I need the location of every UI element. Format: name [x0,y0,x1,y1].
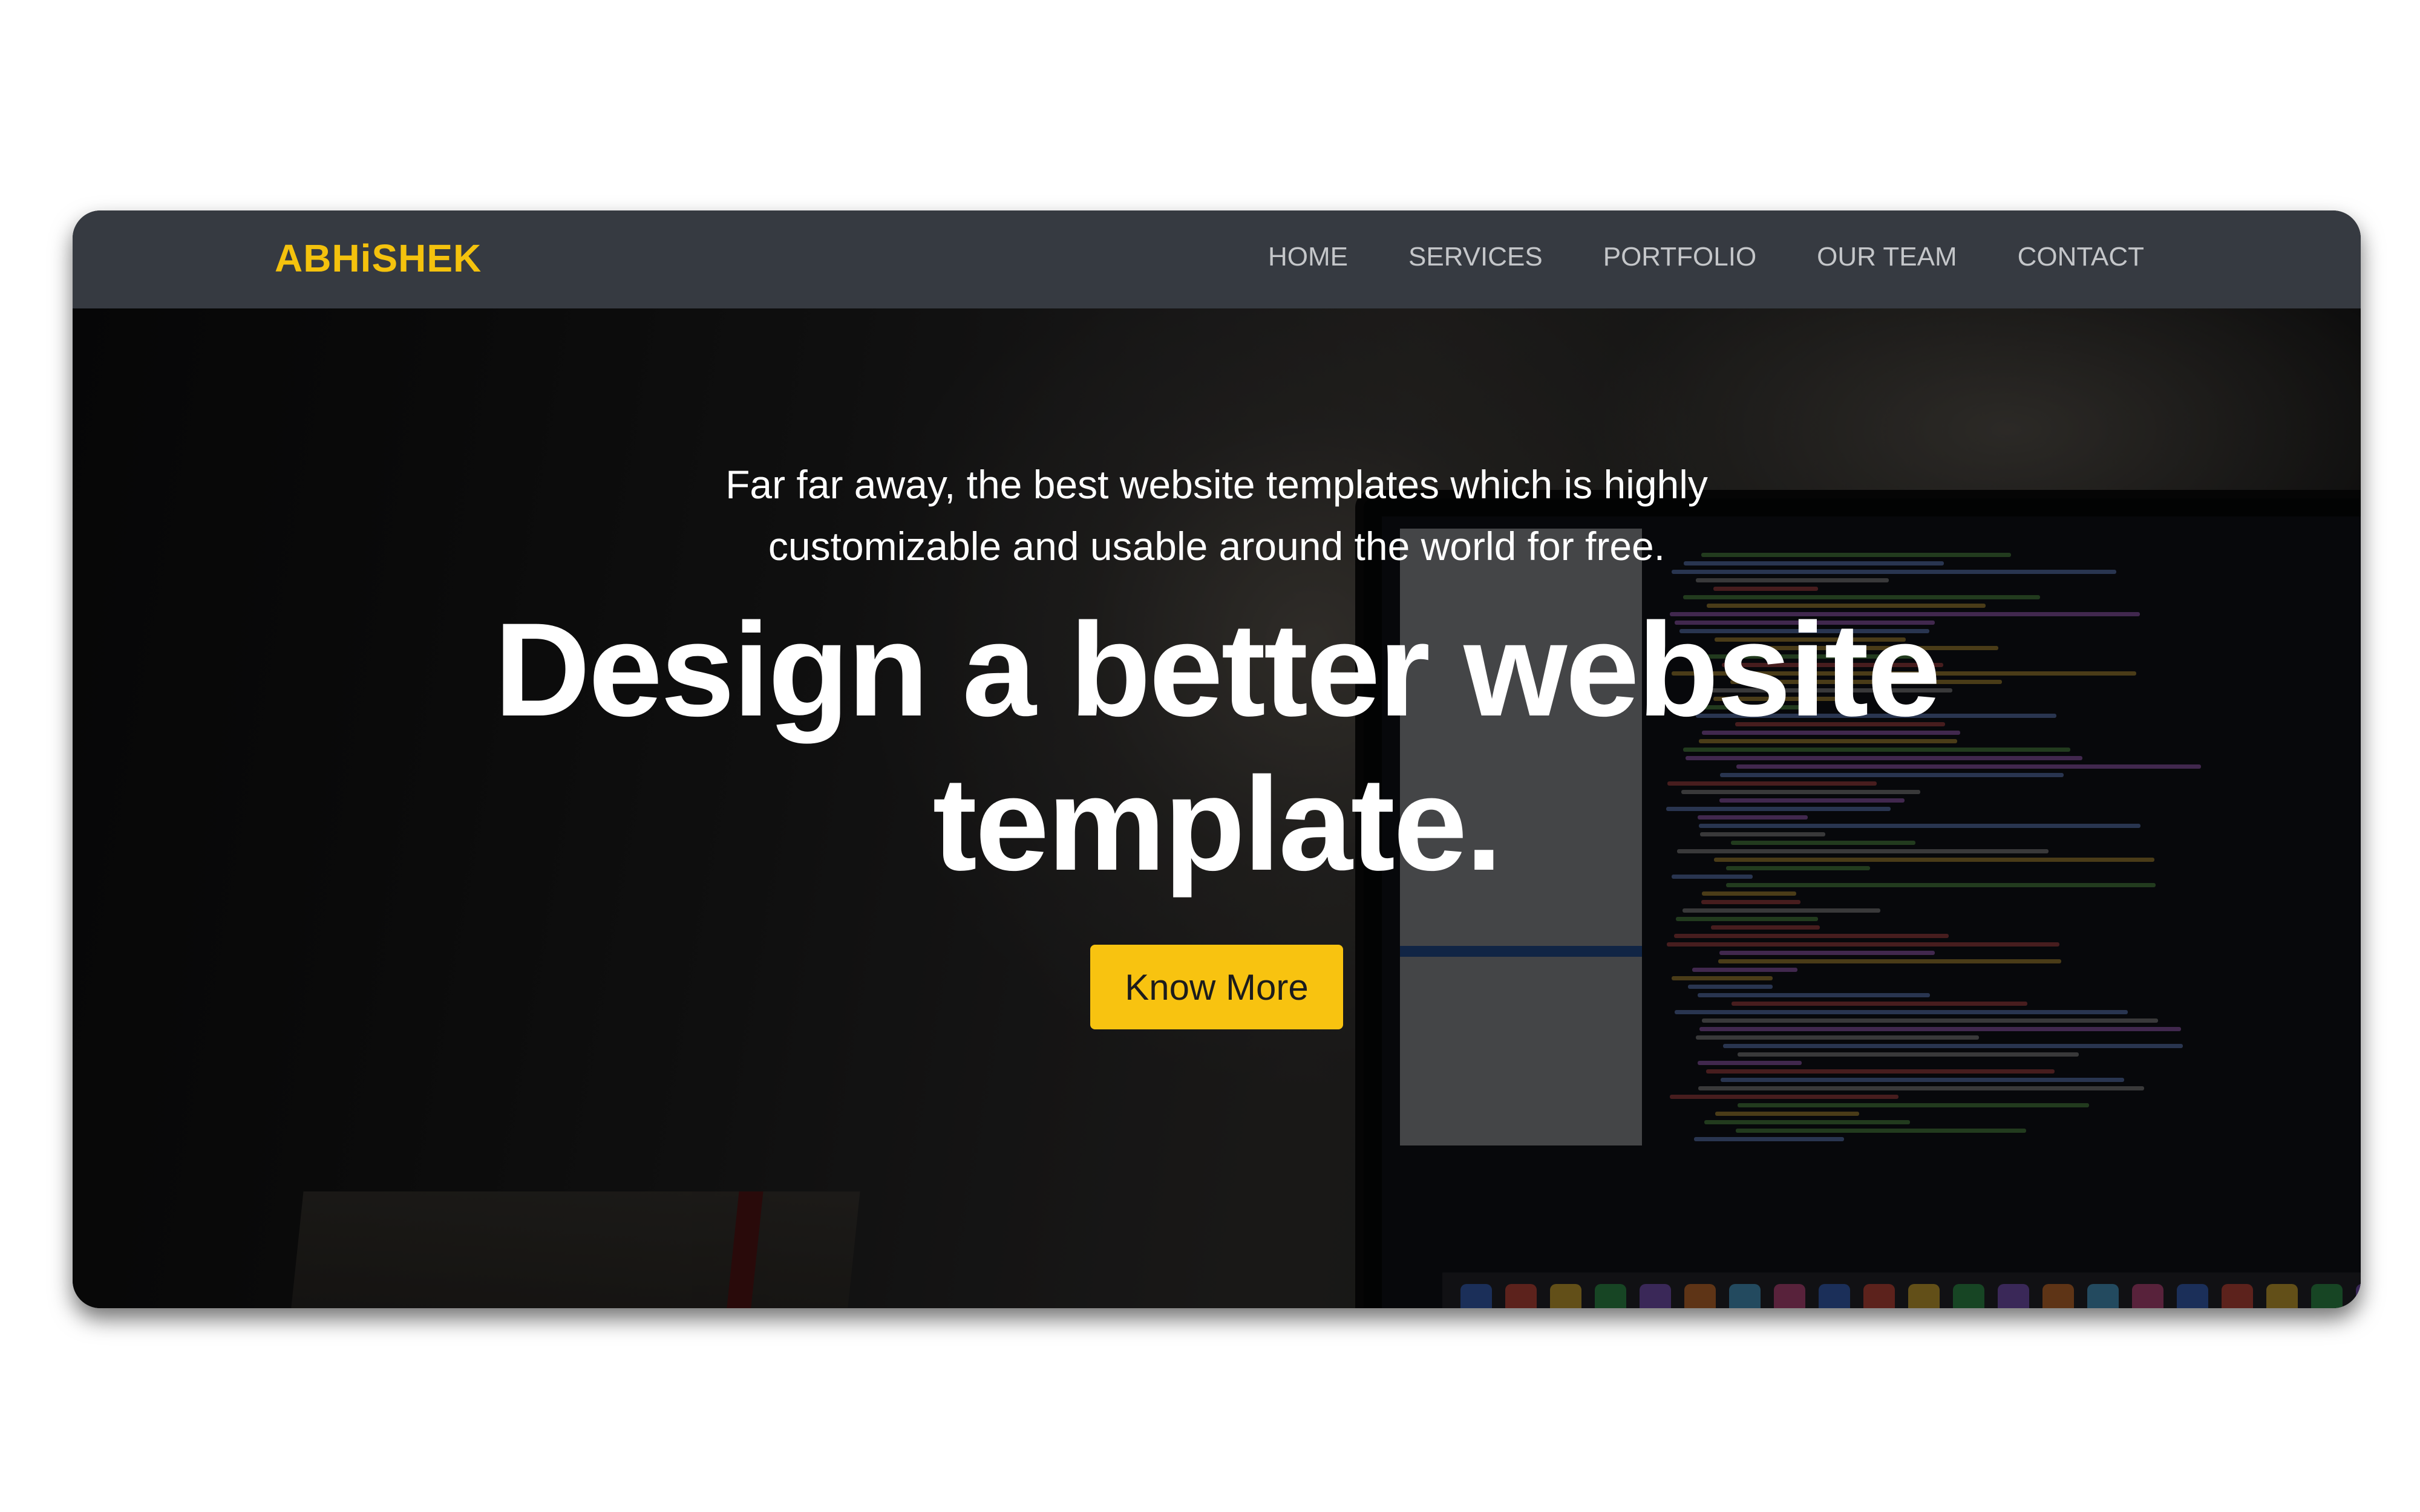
nav-our-team[interactable]: OUR TEAM [1817,242,1957,272]
hero-content: Far far away, the best website templates… [73,308,2361,1308]
hero-subtitle-line: customizable and usable around the world… [768,524,1666,569]
hero-headline-line: template. [932,749,1503,898]
hero-subtitle: Far far away, the best website templates… [612,454,1822,577]
brand-logo[interactable]: ABHiSHEK [275,236,482,281]
nav-home[interactable]: HOME [1268,242,1348,272]
nav-services[interactable]: SERVICES [1408,242,1543,272]
navbar: ABHiSHEK HOME SERVICES PORTFOLIO OUR TEA… [73,210,2361,308]
know-more-button[interactable]: Know More [1090,945,1343,1029]
nav-links: HOME SERVICES PORTFOLIO OUR TEAM CONTACT [1268,242,2144,272]
hero-section: Far far away, the best website templates… [73,308,2361,1308]
hero-headline-line: Design a better website [494,595,1941,744]
hero-subtitle-line: Far far away, the best website templates… [725,462,1708,507]
nav-contact[interactable]: CONTACT [2018,242,2144,272]
nav-portfolio[interactable]: PORTFOLIO [1603,242,1756,272]
hero-headline: Design a better website template. [370,593,2064,901]
website-preview-card: ABHiSHEK HOME SERVICES PORTFOLIO OUR TEA… [73,210,2361,1308]
